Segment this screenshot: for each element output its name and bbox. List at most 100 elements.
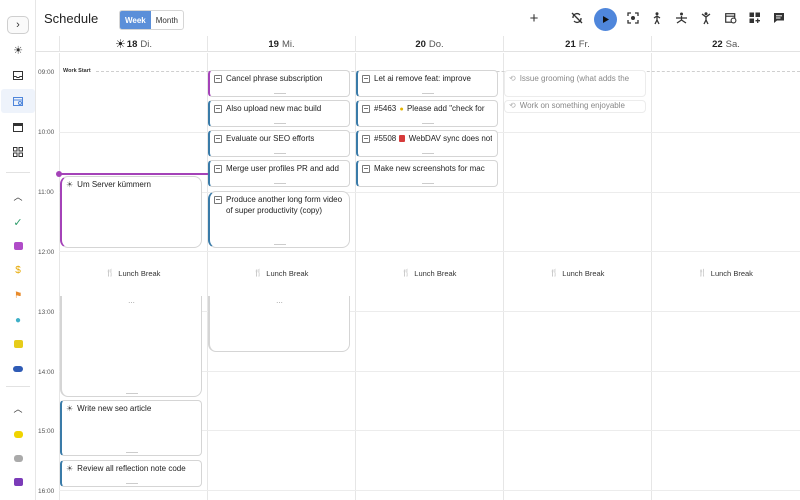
resize-handle[interactable]	[421, 153, 434, 154]
day-header-18[interactable]: ☀ 18 Di.	[59, 36, 207, 52]
event-card-continued[interactable]: ...	[60, 296, 202, 397]
play-tracking-button[interactable]	[594, 8, 617, 31]
day-header-21[interactable]: 21 Fr.	[503, 36, 651, 52]
project-finance-button[interactable]: $	[6, 260, 30, 280]
rail-divider	[6, 172, 30, 173]
resize-handle[interactable]	[125, 452, 138, 453]
day-header-19[interactable]: 19 Mi.	[207, 36, 355, 52]
schedule-icon	[13, 97, 23, 106]
schedule-nav-button[interactable]	[1, 89, 35, 113]
event-card[interactable]: ☀ Review all reflection note code	[60, 460, 202, 487]
walk-icon[interactable]	[649, 10, 665, 26]
sun-icon: ☀	[13, 44, 23, 57]
tag-gray-button[interactable]	[6, 448, 30, 468]
dashboard-add-icon[interactable]	[747, 10, 763, 26]
resize-handle[interactable]	[273, 93, 286, 94]
lunch-break: 🍴 Lunch Break	[59, 251, 207, 295]
resize-handle[interactable]	[421, 183, 434, 184]
event-card[interactable]: Produce another long form video of super…	[208, 191, 350, 248]
fork-knife-icon: 🍴	[253, 270, 263, 277]
resize-handle[interactable]	[273, 183, 286, 184]
resize-handle[interactable]	[125, 393, 138, 394]
resize-handle[interactable]	[273, 244, 286, 245]
task-icon	[214, 135, 222, 143]
expand-sidebar-button[interactable]: ›	[7, 16, 29, 34]
day-number: 21	[565, 38, 576, 50]
repeat-event-card[interactable]: ⟲ Work on something enjoyable	[504, 100, 646, 113]
event-card-continued[interactable]: ...	[208, 296, 350, 352]
car-icon	[13, 366, 23, 372]
calendar-clock-icon[interactable]	[723, 10, 739, 26]
resize-handle[interactable]	[273, 153, 286, 154]
fork-knife-icon: 🍴	[105, 270, 115, 277]
day-header-20[interactable]: 20 Do.	[355, 36, 503, 52]
event-card[interactable]: Also upload new mac build	[208, 100, 350, 127]
tag-purple-button[interactable]	[6, 472, 30, 492]
event-card[interactable]: Cancel phrase subscription	[208, 70, 350, 97]
top-header: Schedule Week Month +	[36, 0, 800, 36]
stretch-icon[interactable]	[698, 10, 714, 26]
day-header-row: ☀ 18 Di. 19 Mi. 20 Do. 21 Fr. 22 Sa.	[36, 36, 800, 52]
inbox-nav-button[interactable]	[6, 65, 30, 85]
tag-yellow-button[interactable]	[6, 424, 30, 444]
project-flag-button[interactable]: ⚑	[6, 285, 30, 305]
fork-knife-icon: 🍴	[401, 270, 411, 277]
task-icon	[214, 196, 222, 204]
lunch-break: 🍴 Lunch Break	[651, 251, 800, 295]
yoga-icon[interactable]	[673, 10, 689, 26]
flag-icon: ⚑	[13, 289, 23, 300]
boards-nav-button[interactable]	[6, 142, 30, 162]
task-icon	[362, 135, 370, 143]
task-icon	[214, 105, 222, 113]
fork-knife-icon: 🍴	[549, 270, 559, 277]
event-card[interactable]: #5463 ● Please add "check for	[356, 100, 498, 127]
today-nav-button[interactable]: ☀	[6, 40, 30, 60]
repeat-event-card[interactable]: ⟲ Issue grooming (what adds the	[504, 70, 646, 97]
event-card[interactable]: ☀ Write new seo article	[60, 400, 202, 456]
resize-handle[interactable]	[421, 123, 434, 124]
project-car-button[interactable]	[6, 359, 30, 379]
tag-icon	[13, 454, 23, 462]
collapse-tags-button[interactable]: ︿	[6, 398, 30, 418]
view-toggle: Week Month	[119, 10, 184, 30]
project-archive-button[interactable]	[6, 334, 30, 354]
left-rail: › ☀ ︿ ✓ $ ⚑ ● ︿	[0, 0, 36, 500]
sun-small-icon: ☀	[66, 464, 74, 473]
event-card[interactable]: Merge user profiles PR and add	[208, 160, 350, 187]
resize-handle[interactable]	[421, 93, 434, 94]
chat-icon[interactable]	[771, 10, 787, 26]
focus-icon[interactable]	[625, 10, 641, 26]
event-card[interactable]: Let ai remove feat: improve	[356, 70, 498, 97]
resize-handle[interactable]	[125, 483, 138, 484]
sync-off-icon[interactable]	[569, 10, 585, 26]
event-card[interactable]: Make new screenshots for mac	[356, 160, 498, 187]
add-icon[interactable]: +	[526, 10, 542, 27]
continuation-ellipsis: ...	[128, 296, 135, 305]
resize-handle[interactable]	[273, 123, 286, 124]
event-title: #5463 ● Please add "check for	[374, 104, 485, 116]
project-work-button[interactable]	[6, 236, 30, 256]
issue-number: #5463	[374, 104, 397, 113]
event-card[interactable]: #5508 WebDAV sync does not	[356, 130, 498, 157]
lightbulb-icon: ●	[14, 314, 22, 326]
chevron-up-icon: ︿	[13, 191, 23, 202]
project-check-button[interactable]: ✓	[6, 212, 30, 232]
project-ideas-button[interactable]: ●	[6, 310, 30, 330]
inbox-icon	[13, 70, 23, 80]
event-card[interactable]: Evaluate our SEO efforts	[208, 130, 350, 157]
hour-label: 14:00	[38, 369, 55, 376]
tag-icon	[13, 430, 23, 438]
month-view-button[interactable]: Month	[151, 11, 183, 29]
current-time-line	[59, 173, 209, 175]
week-view-button[interactable]: Week	[120, 11, 151, 29]
page-title: Schedule	[44, 11, 99, 26]
collapse-projects-button[interactable]: ︿	[6, 186, 30, 206]
event-card[interactable]: ☀ Um Server kümmern	[60, 176, 202, 248]
hour-label: 13:00	[38, 309, 55, 316]
day-header-22[interactable]: 22 Sa.	[651, 36, 800, 52]
event-title: Also upload new mac build	[226, 104, 322, 113]
task-icon	[214, 165, 222, 173]
event-title: Cancel phrase subscription	[226, 74, 323, 83]
day-number: 19	[268, 38, 279, 50]
planner-nav-button[interactable]	[6, 117, 30, 137]
